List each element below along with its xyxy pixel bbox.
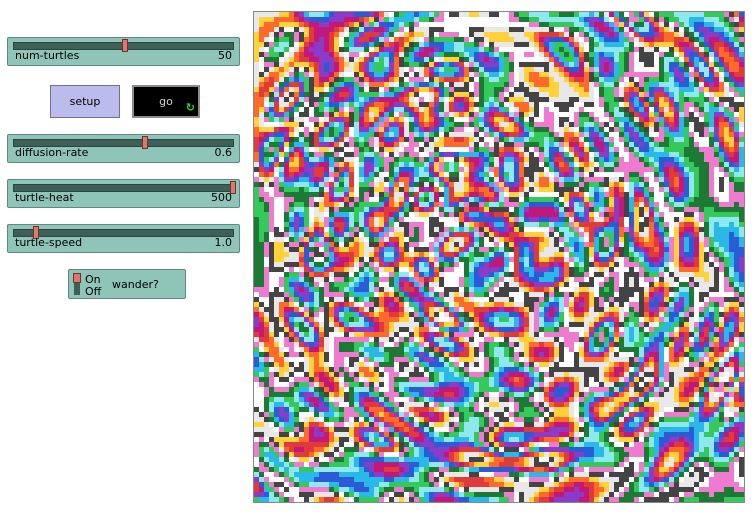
wander-switch[interactable]: On Off wander? [68,269,186,299]
num-turtles-slider[interactable]: num-turtles 50 [7,37,240,66]
switch-knob[interactable] [73,273,81,283]
slider-thumb[interactable] [121,39,128,52]
go-button-label: go [159,95,173,108]
world-view[interactable] [253,11,745,503]
patch-field [254,12,744,502]
turtle-heat-slider[interactable]: turtle-heat 500 [7,179,240,208]
switch-off-label: Off [85,285,102,298]
slider-value: 0.6 [214,146,233,159]
setup-button-label: setup [69,95,101,108]
slider-thumb[interactable] [142,136,149,149]
turtle-speed-slider[interactable]: turtle-speed 1.0 [7,224,240,253]
slider-value: 50 [218,49,232,62]
forever-icon: ↻ [185,101,195,114]
diffusion-rate-slider[interactable]: diffusion-rate 0.6 [7,134,240,163]
slider-label: turtle-speed [15,236,83,249]
go-button[interactable]: go ↻ [132,85,200,118]
slider-value: 500 [211,191,232,204]
slider-label: num-turtles [15,49,80,62]
switch-name: wander? [112,278,159,291]
slider-value: 1.0 [214,236,233,249]
slider-label: diffusion-rate [15,146,89,159]
setup-button[interactable]: setup [50,85,120,118]
slider-label: turtle-heat [15,191,74,204]
